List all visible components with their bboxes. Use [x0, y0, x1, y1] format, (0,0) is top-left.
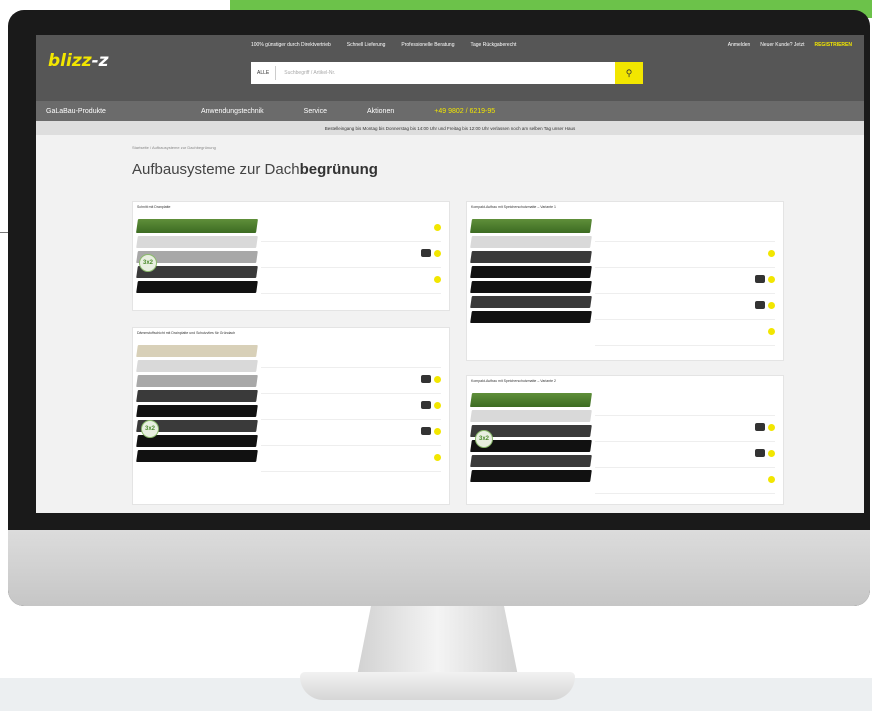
usp-item: Schnell Lieferung — [346, 42, 386, 48]
list-item[interactable] — [595, 390, 775, 416]
nav-phone[interactable]: +49 9802 / 6219-95 — [434, 108, 495, 115]
product-rows — [261, 342, 441, 472]
list-item[interactable] — [595, 416, 775, 442]
nav-item[interactable]: Anwendungstechnik — [201, 108, 264, 115]
breadcrumb[interactable]: Startseite / Aufbausysteme zur Dachbegrü… — [132, 145, 216, 150]
search-bar: ALLE Suchbegriff / Artikel-Nr. ⚲ — [251, 62, 643, 84]
product-rows — [261, 216, 441, 294]
card-title: Schnitt mit Dranplatte — [137, 205, 171, 209]
usp-item: Tage Rückgaberecht — [470, 42, 517, 48]
screen: blizz-z 100% günstiger durch Direktvertr… — [36, 35, 864, 513]
nav-item[interactable]: Service — [304, 108, 327, 115]
system-card[interactable]: Dämmstoffschicht mit Drainplatte und Sch… — [132, 327, 450, 505]
search-icon: ⚲ — [625, 67, 633, 78]
list-item[interactable] — [595, 468, 775, 494]
card-title: Kompakt-Aufbau mit Speicherschutzmatte –… — [471, 379, 556, 383]
main-content: Startseite / Aufbausysteme zur Dachbegrü… — [36, 135, 864, 513]
list-item[interactable] — [261, 446, 441, 472]
list-item[interactable] — [261, 216, 441, 242]
badge: 3x2 — [141, 420, 159, 438]
system-card[interactable]: Schnitt mit Dranplatte 3x2 — [132, 201, 450, 311]
badge: 3x2 — [139, 254, 157, 272]
list-item[interactable] — [595, 320, 775, 346]
layer-stack-image — [136, 216, 258, 293]
product-rows — [595, 216, 775, 346]
list-item[interactable] — [595, 216, 775, 242]
list-item[interactable] — [595, 294, 775, 320]
list-item[interactable] — [595, 268, 775, 294]
list-item[interactable] — [261, 394, 441, 420]
user-links: Anmelden Neuer Kunde? Jetzt REGISTRIEREN — [728, 42, 852, 48]
system-card[interactable]: Kompakt-Aufbau mit Speicherschutzmatte –… — [466, 375, 784, 505]
usp-bar: 100% günstiger durch Direktvertrieb Schn… — [251, 42, 516, 48]
usp-item: Professionelle Beratung — [401, 42, 455, 48]
list-item[interactable] — [595, 442, 775, 468]
list-item[interactable] — [261, 368, 441, 394]
card-title: Dämmstoffschicht mit Drainplatte und Sch… — [137, 331, 236, 335]
monitor-stand — [357, 606, 518, 676]
monitor-base — [300, 672, 575, 700]
system-card[interactable]: Kompakt-Aufbau mit Speicherschutzmatte –… — [466, 201, 784, 361]
new-customer-text: Neuer Kunde? Jetzt — [760, 42, 805, 48]
product-rows — [595, 390, 775, 494]
register-link[interactable]: REGISTRIEREN — [814, 42, 852, 48]
list-item[interactable] — [261, 242, 441, 268]
search-category-select[interactable]: ALLE — [251, 66, 277, 80]
usp-item: 100% günstiger durch Direktvertrieb — [251, 42, 331, 48]
list-item[interactable] — [261, 342, 441, 368]
search-button[interactable]: ⚲ — [615, 62, 643, 84]
monitor: blizz-z 100% günstiger durch Direktvertr… — [8, 10, 870, 606]
monitor-chin — [8, 530, 870, 606]
list-item[interactable] — [261, 420, 441, 446]
nav-products-dropdown[interactable]: GaLaBau-Produkte — [36, 108, 161, 115]
search-input[interactable]: Suchbegriff / Artikel-Nr. — [276, 70, 615, 76]
layer-stack-image — [136, 342, 258, 462]
login-link[interactable]: Anmelden — [728, 42, 751, 48]
list-item[interactable] — [595, 242, 775, 268]
shipping-notice: Bestelleingang bis Montag bis Donnerstag… — [36, 121, 864, 135]
badge: 3x2 — [475, 430, 493, 448]
site-header: blizz-z 100% günstiger durch Direktvertr… — [36, 35, 864, 101]
page-title: Aufbausysteme zur Dachbegrünung — [132, 161, 378, 178]
layer-stack-image — [470, 216, 592, 323]
nav-item[interactable]: Aktionen — [367, 108, 394, 115]
card-title: Kompakt-Aufbau mit Speicherschutzmatte –… — [471, 205, 556, 209]
site-logo[interactable]: blizz-z — [48, 51, 109, 71]
list-item[interactable] — [261, 268, 441, 294]
main-nav: GaLaBau-Produkte Anwendungstechnik Servi… — [36, 101, 864, 121]
